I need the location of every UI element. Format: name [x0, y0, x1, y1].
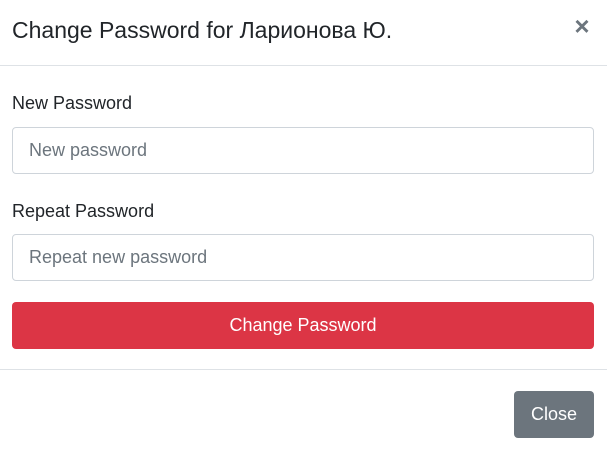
dialog-footer: Close [0, 369, 607, 452]
dialog-header: Change Password for Ларионова Ю. × [0, 0, 607, 66]
close-icon[interactable]: × [573, 13, 591, 39]
new-password-label: New Password [12, 93, 133, 113]
change-password-dialog: Change Password for Ларионова Ю. × New P… [0, 0, 607, 452]
repeat-password-input[interactable] [12, 234, 594, 281]
close-button[interactable]: Close [514, 391, 594, 438]
change-password-button[interactable]: Change Password [12, 302, 594, 349]
new-password-input[interactable] [12, 127, 594, 174]
dialog-body: New Password Repeat Password Change Pass… [0, 66, 607, 369]
dialog-title: Change Password for Ларионова Ю. [12, 17, 393, 43]
repeat-password-label: Repeat Password [12, 201, 155, 221]
